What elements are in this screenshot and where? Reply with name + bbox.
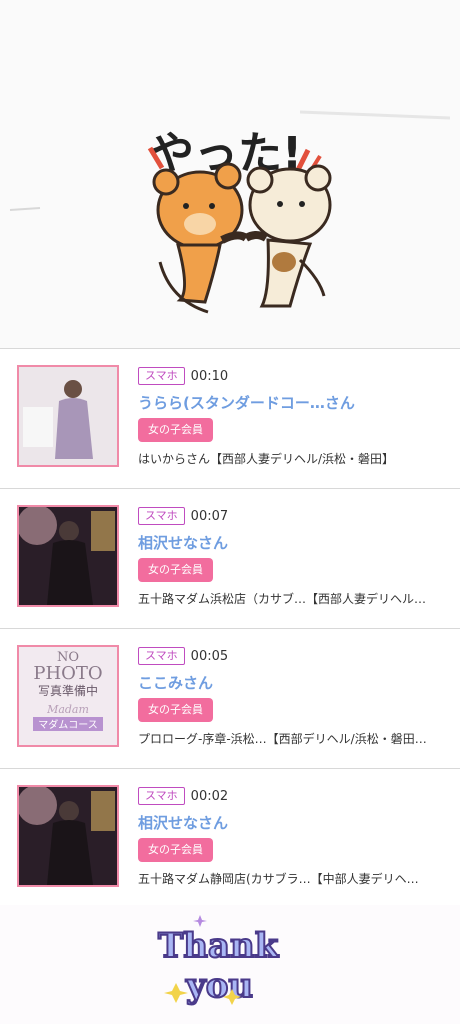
member-name-link[interactable]: 相沢せなさん (138, 812, 448, 834)
svg-text:PHOTO: PHOTO (33, 663, 102, 684)
member-type-badge: 女の子会員 (138, 698, 213, 722)
thank-you-illustration: Thank you (0, 905, 460, 1024)
list-item[interactable]: スマホ 00:02 相沢せなさん 女の子会員 五十路マダム静岡店(カサブラ…【中… (0, 769, 460, 909)
device-badge: スマホ (138, 647, 185, 665)
bears-high-five-illustration: やった! (0, 0, 460, 348)
shop-name: はいからさん【西部人妻デリヘル/浜松・磐田】 (138, 452, 395, 466)
shop-name: プロローグ-序章-浜松…【西部デリヘル/浜松・磐田… (138, 732, 427, 746)
device-badge: スマホ (138, 787, 185, 805)
access-time: 00:02 (190, 788, 229, 804)
list-item[interactable]: NO PHOTO 写真準備中 Madam マダムコース スマホ 00:05 ここ… (0, 629, 460, 769)
profile-photo[interactable] (17, 785, 119, 887)
access-time: 00:10 (190, 368, 229, 384)
thank-text: Thank (158, 926, 280, 966)
access-list: スマホ 00:10 うらら(スタンダードコー…さん 女の子会員 はいからさん【西… (0, 348, 460, 909)
svg-text:写真準備中: 写真準備中 (38, 683, 98, 698)
shop-name: 五十路マダム浜松店（カサブ…【西部人妻デリヘル… (138, 592, 427, 606)
access-time: 00:07 (190, 508, 229, 524)
no-photo-placeholder[interactable]: NO PHOTO 写真準備中 Madam マダムコース (17, 645, 119, 747)
hero-sticker: やった! (0, 0, 460, 348)
member-type-badge: 女の子会員 (138, 558, 213, 582)
device-badge: スマホ (138, 507, 185, 525)
access-time: 00:05 (190, 648, 229, 664)
list-item[interactable]: スマホ 00:10 うらら(スタンダードコー…さん 女の子会員 はいからさん【西… (0, 349, 460, 489)
member-name-link[interactable]: ここみさん (138, 672, 448, 694)
device-badge: スマホ (138, 367, 185, 385)
member-type-badge: 女の子会員 (138, 418, 213, 442)
list-item[interactable]: スマホ 00:07 相沢せなさん 女の子会員 五十路マダム浜松店（カサブ…【西部… (0, 489, 460, 629)
profile-photo[interactable] (17, 505, 119, 607)
thank-you-sticker: Thank you (0, 905, 460, 1024)
svg-text:Madam: Madam (46, 703, 89, 716)
member-name-link[interactable]: うらら(スタンダードコー…さん (138, 392, 448, 414)
member-name-link[interactable]: 相沢せなさん (138, 532, 448, 554)
shop-name: 五十路マダム静岡店(カサブラ…【中部人妻デリヘ… (138, 872, 419, 886)
svg-text:マダムコース: マダムコース (38, 718, 98, 731)
profile-photo[interactable] (17, 365, 119, 467)
you-text: you (185, 966, 253, 1006)
member-type-badge: 女の子会員 (138, 838, 213, 862)
